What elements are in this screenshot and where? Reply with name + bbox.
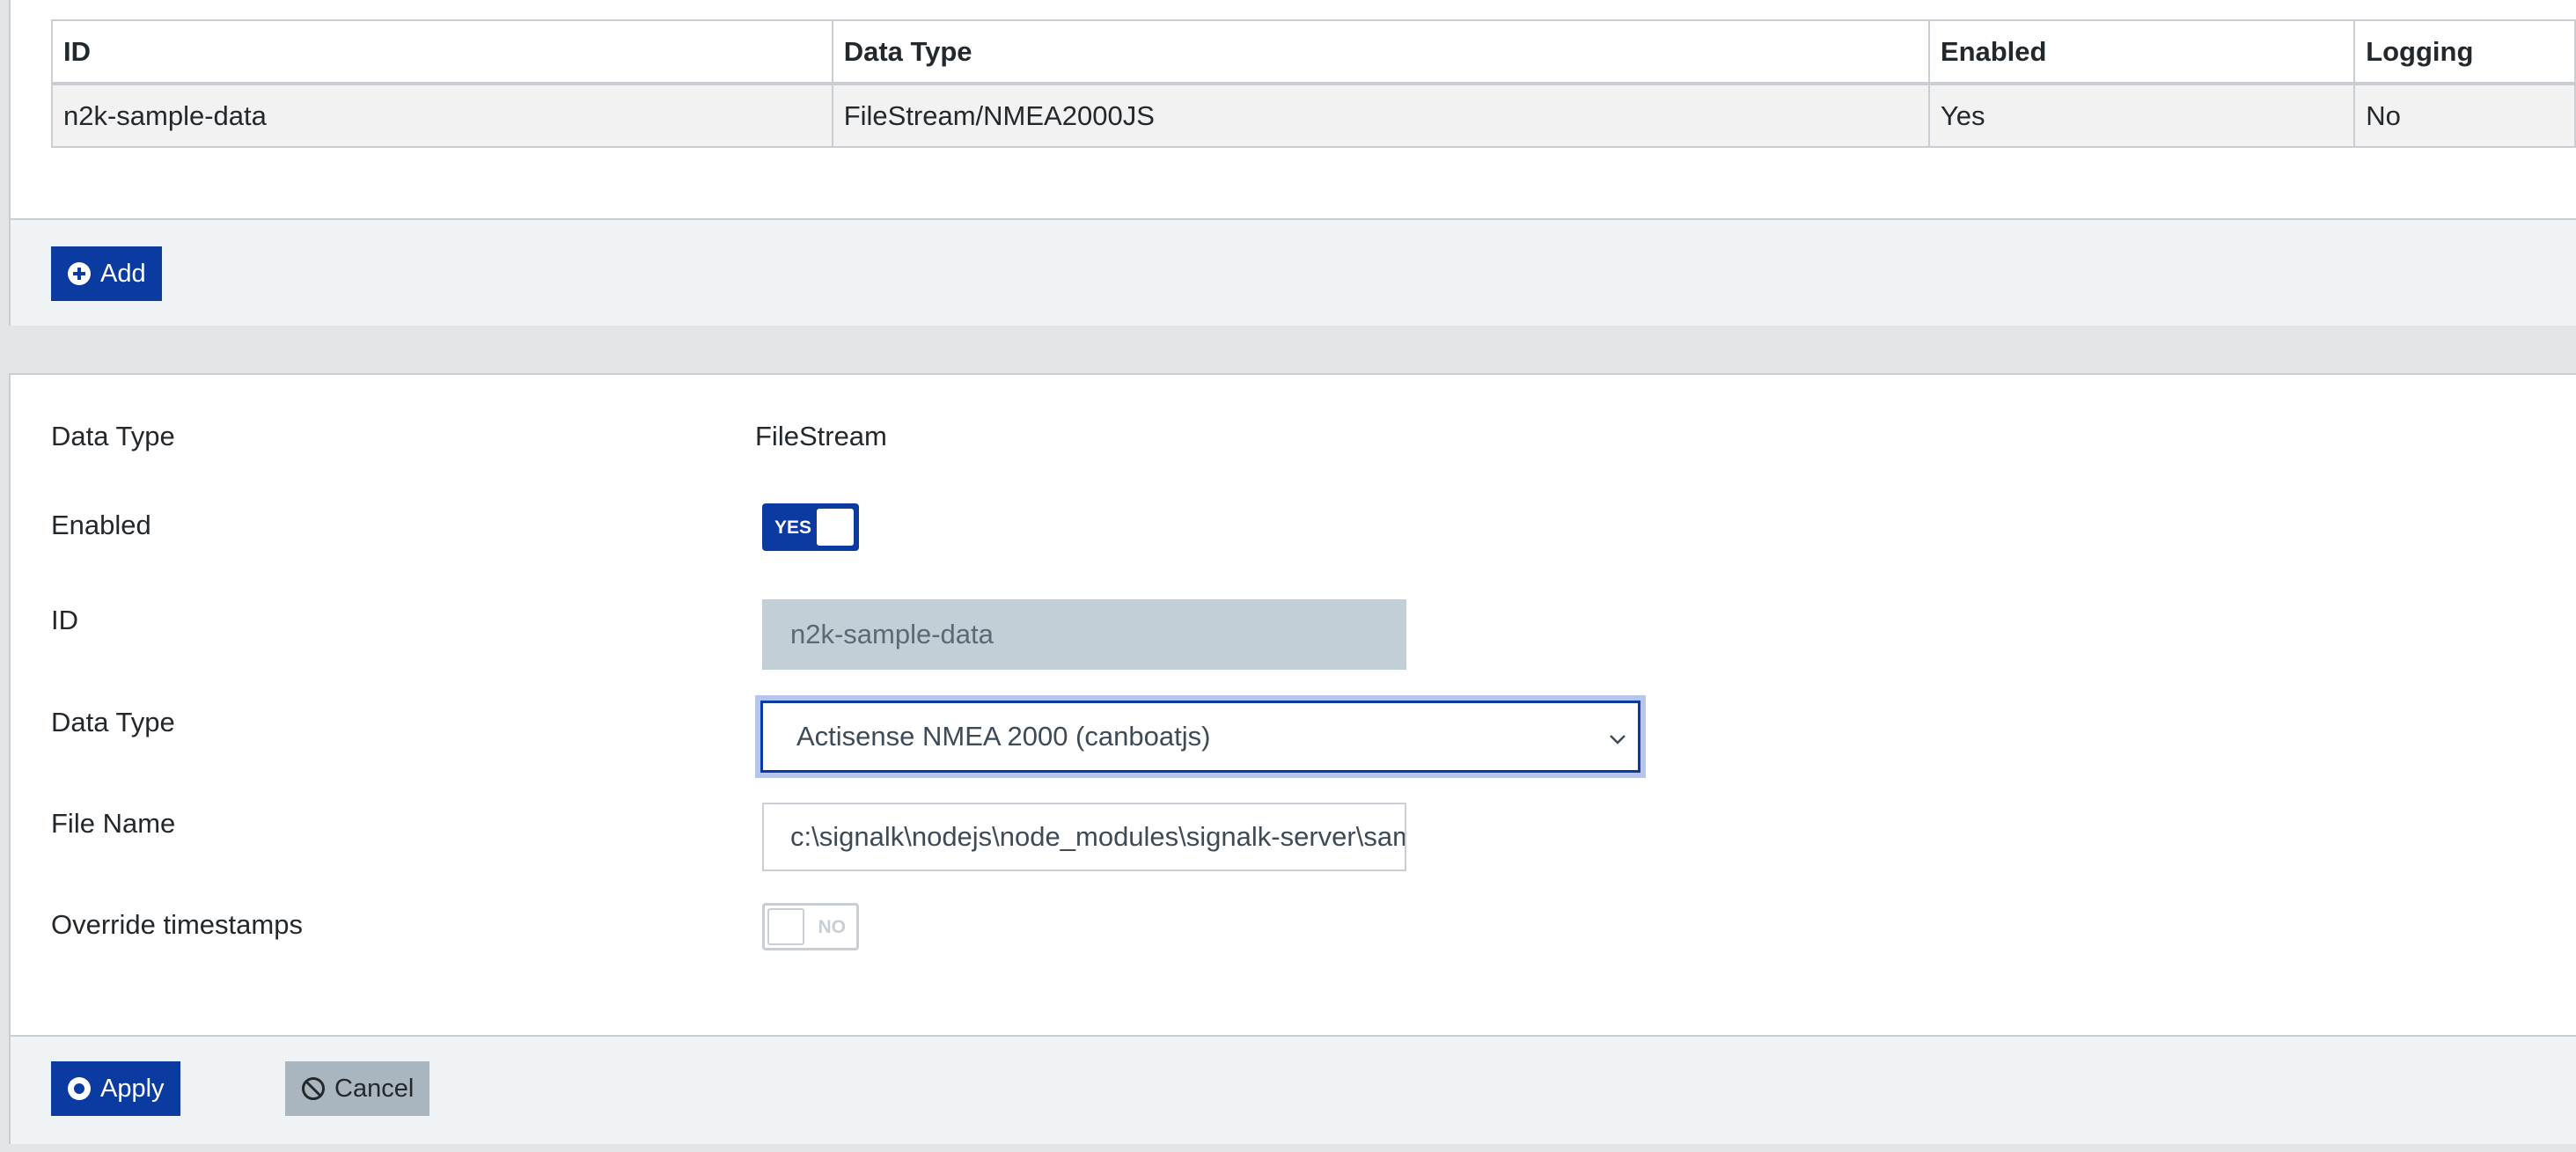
column-header-enabled[interactable]: Enabled xyxy=(1927,19,2356,85)
chevron-down-icon xyxy=(1606,726,1629,749)
ban-icon xyxy=(301,1076,326,1101)
enabled-toggle[interactable]: YES xyxy=(762,503,859,551)
column-header-id[interactable]: ID xyxy=(51,19,833,85)
enabled-toggle-text: YES xyxy=(774,517,812,538)
override-timestamps-toggle[interactable]: NO xyxy=(762,903,859,950)
id-label: ID xyxy=(51,605,78,635)
cell-data-type[interactable]: FileStream/NMEA2000JS xyxy=(831,83,1930,148)
apply-button-label: Apply xyxy=(100,1074,165,1103)
column-header-logging[interactable]: Logging xyxy=(2353,19,2576,85)
cancel-button[interactable]: Cancel xyxy=(285,1061,430,1116)
file-name-label: File Name xyxy=(51,808,176,839)
connections-card: ID Data Type Enabled Logging n2k-sample-… xyxy=(9,0,2576,326)
override-timestamps-label: Override timestamps xyxy=(51,909,303,940)
data-type-label: Data Type xyxy=(51,421,175,451)
toggle-knob xyxy=(767,908,804,945)
form-card-footer: Apply Cancel xyxy=(11,1035,2576,1144)
file-name-input[interactable]: c:\signalk\nodejs\node_modules\signalk-s… xyxy=(762,803,1406,871)
apply-button[interactable]: Apply xyxy=(51,1061,180,1116)
column-header-data-type[interactable]: Data Type xyxy=(831,19,1930,85)
table-header-row: ID Data Type Enabled Logging xyxy=(51,19,2576,85)
add-button-label: Add xyxy=(100,259,146,288)
cancel-button-label: Cancel xyxy=(334,1074,415,1103)
cell-logging[interactable]: No xyxy=(2353,83,2576,148)
toggle-knob xyxy=(817,509,854,546)
override-toggle-text: NO xyxy=(818,917,847,937)
cell-id[interactable]: n2k-sample-data xyxy=(51,83,833,148)
add-button[interactable]: Add xyxy=(51,246,162,301)
enabled-label: Enabled xyxy=(51,510,151,540)
data-type-value: FileStream xyxy=(755,421,887,451)
table-row[interactable]: n2k-sample-data FileStream/NMEA2000JS Ye… xyxy=(51,83,2576,148)
data-type-select-value: Actisense NMEA 2000 (canboatjs) xyxy=(796,721,1211,752)
data-type-select[interactable]: Actisense NMEA 2000 (canboatjs) xyxy=(760,701,1640,773)
connections-table: ID Data Type Enabled Logging n2k-sample-… xyxy=(51,19,2576,148)
dot-circle-icon xyxy=(67,1076,92,1101)
sub-data-type-label: Data Type xyxy=(51,707,175,737)
plus-circle-icon xyxy=(67,261,92,286)
id-input: n2k-sample-data xyxy=(762,599,1406,670)
connection-form-card: Data Type FileStream Enabled YES ID n2k-… xyxy=(9,373,2576,1144)
connections-card-footer: Add xyxy=(11,218,2576,326)
cell-enabled[interactable]: Yes xyxy=(1927,83,2356,148)
